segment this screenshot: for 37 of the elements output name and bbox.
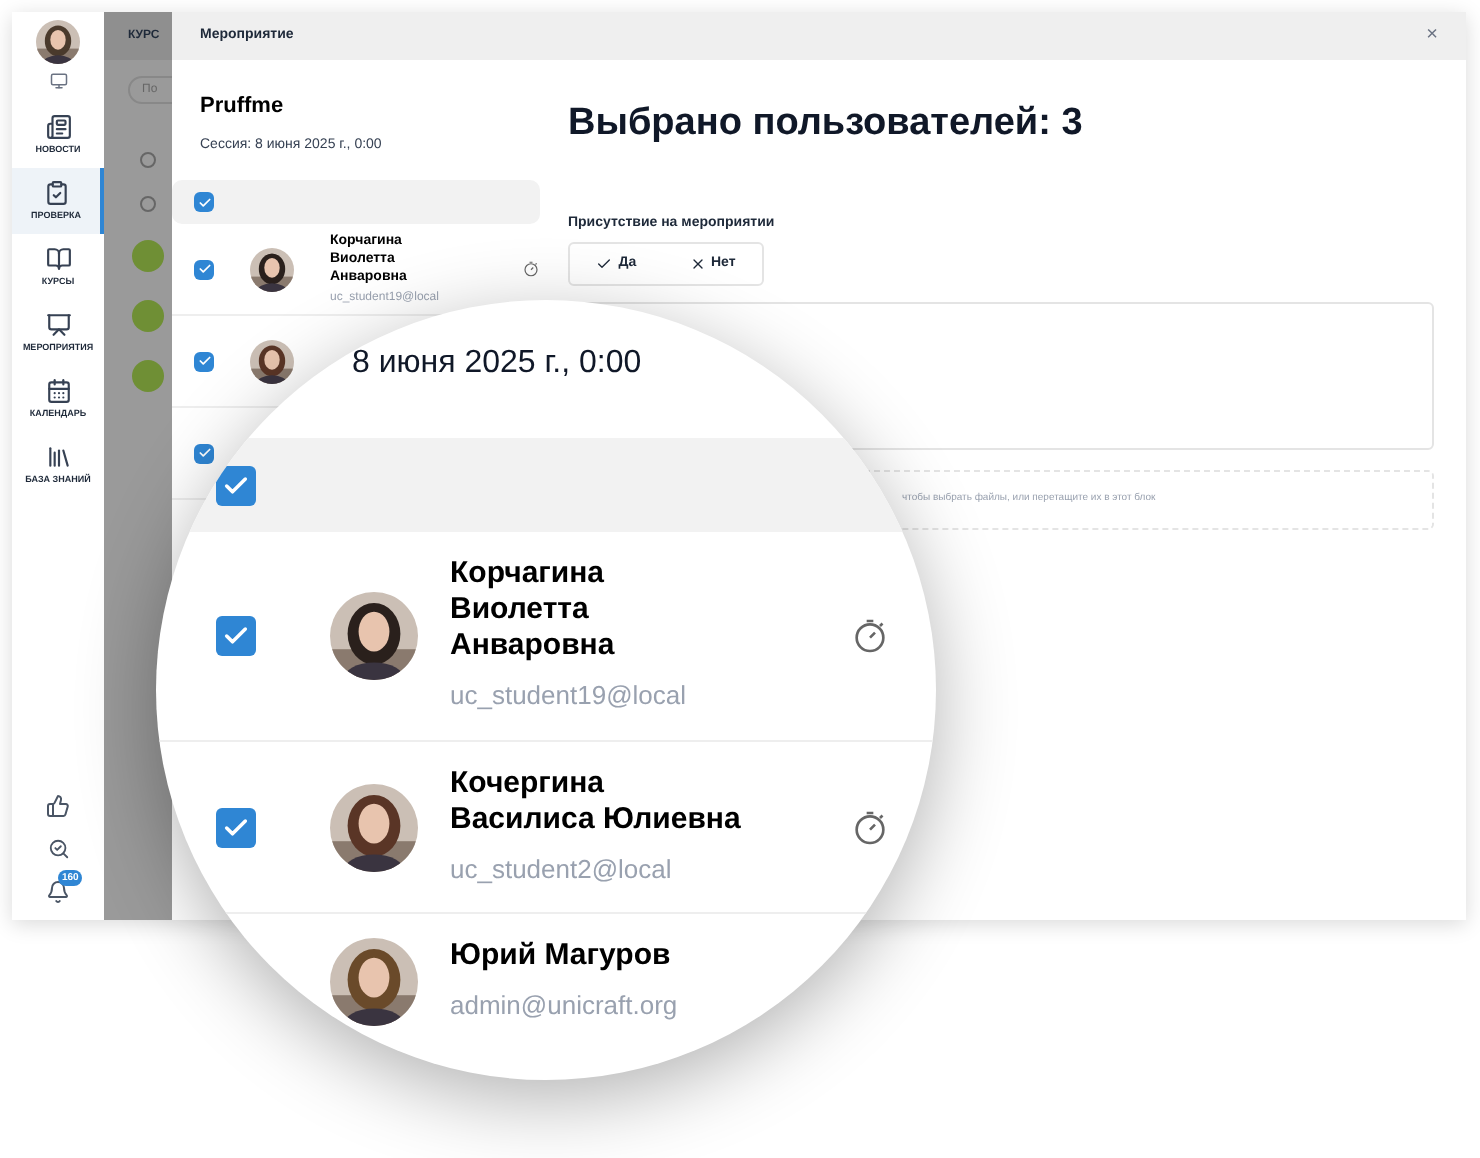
menu-item-icon <box>43 179 69 206</box>
menu-item-icon <box>45 113 71 140</box>
check-icon <box>197 195 211 209</box>
check-icon <box>596 256 613 272</box>
check-icon <box>222 813 250 841</box>
menu-item-icon <box>45 377 71 404</box>
participant-email: uc_student19@local <box>450 678 688 715</box>
checkbox[interactable] <box>216 616 256 656</box>
participant-name: Юрий Магуров <box>450 938 673 974</box>
check-icon <box>222 622 250 650</box>
participant-name: Кочергина Василиса Юлиевна <box>450 765 743 838</box>
participant-email: admin@unicraft.org <box>450 988 680 1024</box>
select-all-row[interactable] <box>172 180 540 224</box>
close-icon <box>689 256 705 272</box>
participant-email: uc_student2@local <box>450 851 674 888</box>
menu-item-icon <box>45 443 71 470</box>
checkbox[interactable] <box>194 443 214 463</box>
checkbox[interactable] <box>194 351 214 371</box>
event-name: Pruffme <box>198 92 286 122</box>
participant-name: Корчагина Виолетта Анваровна <box>450 556 617 665</box>
bell-icon[interactable] <box>46 880 70 904</box>
menu-item-icon <box>45 245 71 272</box>
menu-item-icon <box>45 311 71 338</box>
checkbox[interactable] <box>194 192 214 212</box>
check-icon <box>197 354 211 368</box>
session-date: 8 июня 2025 г., 0:00 <box>352 344 642 384</box>
close-button[interactable]: × <box>1426 26 1438 46</box>
check-icon <box>222 471 250 499</box>
checkbox[interactable] <box>194 259 214 279</box>
check-icon <box>197 446 211 460</box>
thumbs-up-icon[interactable] <box>46 794 70 818</box>
checkbox[interactable] <box>216 465 256 505</box>
checkbox[interactable] <box>216 807 256 847</box>
monitor-icon[interactable] <box>49 72 67 90</box>
selected-count-title: Выбрано пользователей: 3 <box>568 100 1085 148</box>
search-icon[interactable] <box>47 838 69 860</box>
check-icon <box>197 262 211 276</box>
